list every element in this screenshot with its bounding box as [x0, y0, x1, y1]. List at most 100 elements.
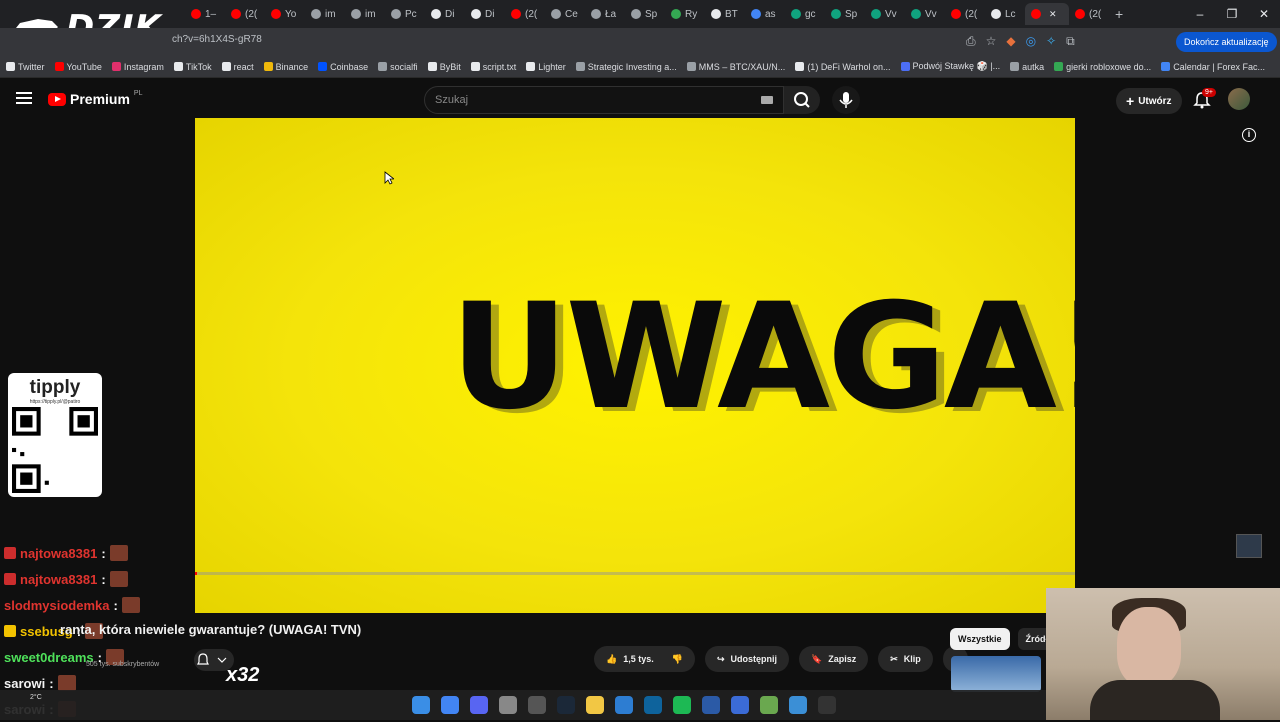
tab[interactable]: Ce	[545, 3, 585, 25]
vscode-icon[interactable]	[644, 696, 662, 714]
bookmark-item[interactable]: YouTube	[54, 62, 102, 72]
folder-icon[interactable]	[586, 696, 604, 714]
minecraft-icon[interactable]	[760, 696, 778, 714]
bookmark-item[interactable]: script.txt	[470, 62, 516, 72]
info-icon[interactable]: i	[1242, 128, 1256, 142]
tab[interactable]: Vv	[905, 3, 945, 25]
tab[interactable]: im	[305, 3, 345, 25]
tab-favicon-icon	[511, 9, 521, 19]
tab[interactable]: Di	[425, 3, 465, 25]
tab[interactable]: gc	[785, 3, 825, 25]
bookmark-favicon-icon	[318, 62, 328, 71]
tab[interactable]: Sp	[625, 3, 665, 25]
bookmark-item[interactable]: Lighter	[526, 62, 566, 72]
close-tab-icon[interactable]: ✕	[1049, 9, 1057, 20]
extension-icon[interactable]: ◎	[1026, 34, 1036, 49]
dislike-icon[interactable]: 👎	[672, 654, 683, 665]
terminal-icon[interactable]	[818, 696, 836, 714]
bookmark-item[interactable]: (1) DeFi Warhol on...	[795, 62, 891, 72]
extension-icon[interactable]: ✧	[1046, 34, 1056, 49]
close-window-icon[interactable]: ✕	[1248, 7, 1280, 21]
tab-favicon-icon	[871, 9, 881, 19]
steam-icon[interactable]	[557, 696, 575, 714]
tab[interactable]: Pc	[385, 3, 425, 25]
tab[interactable]: Lc	[985, 3, 1025, 25]
bookmark-item[interactable]: Calendar | Forex Fac...	[1161, 62, 1265, 72]
bookmark-item[interactable]: Coinbase	[318, 62, 368, 72]
save-button[interactable]: 🔖 Zapisz	[799, 646, 869, 672]
share-button[interactable]: ↪ Udostępnij	[704, 646, 790, 672]
bookmark-item[interactable]: gierki robloxowe do...	[1054, 62, 1151, 72]
extensions-puzzle-icon[interactable]: ⧉	[1066, 34, 1075, 49]
tab-favicon-icon	[631, 9, 641, 19]
bookmark-star-icon[interactable]: ☆	[986, 34, 997, 49]
app-icon[interactable]	[499, 696, 517, 714]
tab[interactable]: Sp	[825, 3, 865, 25]
tab[interactable]: as	[745, 3, 785, 25]
bookmark-item[interactable]: Strategic Investing a...	[575, 62, 677, 72]
search-button[interactable]	[784, 86, 820, 114]
capcut-icon[interactable]	[731, 696, 749, 714]
ccleaner-icon[interactable]	[615, 696, 633, 714]
tab[interactable]: (2(	[1069, 3, 1109, 25]
bookmark-favicon-icon	[1010, 62, 1020, 71]
video-progress-bar[interactable]	[195, 572, 1075, 575]
maximize-icon[interactable]: ❐	[1216, 7, 1248, 21]
url-field[interactable]: ch?v=6h1X4S-gR78	[172, 34, 262, 45]
thumbs-up-icon: 👍	[606, 653, 618, 664]
chip-all[interactable]: Wszystkie	[950, 628, 1010, 650]
install-icon[interactable]: ⎙	[966, 34, 976, 49]
app-icon[interactable]	[702, 696, 720, 714]
youtube-logo[interactable]: Premium PL	[48, 90, 142, 107]
bookmark-item[interactable]: ByBit	[427, 62, 461, 72]
bookmark-item[interactable]: Binance	[263, 62, 308, 72]
bookmark-label: react	[233, 61, 254, 72]
bookmark-item[interactable]: Instagram	[111, 62, 164, 72]
bookmark-item[interactable]: autka	[1010, 62, 1044, 72]
tab-label: Ry	[685, 8, 698, 20]
tab[interactable]: Ry	[665, 3, 705, 25]
tab[interactable]: (2(	[945, 3, 985, 25]
new-tab-button[interactable]: +	[1109, 3, 1133, 25]
tab-active[interactable]: ✕	[1025, 3, 1069, 25]
tab[interactable]: Ła	[585, 3, 625, 25]
tab[interactable]: Yo	[265, 3, 305, 25]
obs-icon[interactable]	[528, 696, 546, 714]
chrome-icon[interactable]	[441, 696, 459, 714]
like-button[interactable]: 👍 1,5 tys. 👎	[594, 646, 695, 672]
video-player[interactable]: UWAGA! UWAGA!	[195, 118, 1075, 613]
create-button[interactable]: + Utwórz	[1116, 88, 1182, 114]
windows-start-icon[interactable]	[412, 696, 430, 714]
tab[interactable]: Di	[465, 3, 505, 25]
keyboard-icon[interactable]	[761, 96, 773, 104]
notepad-icon[interactable]	[789, 696, 807, 714]
tab[interactable]: im	[345, 3, 385, 25]
bookmark-item[interactable]: react	[221, 61, 254, 72]
bookmark-item[interactable]: Twitter	[6, 62, 45, 72]
extension-icon[interactable]: ◆	[1006, 34, 1015, 49]
search-input[interactable]	[425, 87, 745, 113]
tab[interactable]: BT	[705, 3, 745, 25]
tab[interactable]: (2(	[505, 3, 545, 25]
minimize-icon[interactable]: –	[1184, 7, 1216, 21]
update-button[interactable]: Dokończ aktualizację	[1176, 32, 1277, 52]
recommended-video-thumbnail[interactable]	[951, 656, 1041, 692]
bookmark-item[interactable]: TikTok	[173, 62, 212, 72]
voice-search-button[interactable]	[832, 86, 860, 114]
clip-button[interactable]: ✂ Klip	[878, 646, 933, 672]
discord-icon[interactable]	[470, 696, 488, 714]
tab-favicon-icon	[591, 9, 601, 19]
bookmark-item[interactable]: Podwój Stawkę 🎲 |...	[900, 61, 1000, 72]
avatar[interactable]	[1228, 88, 1250, 110]
bookmark-item[interactable]: MMS – BTC/XAU/N...	[686, 62, 785, 72]
menu-icon[interactable]	[16, 92, 32, 104]
microphone-icon	[839, 92, 853, 108]
tab[interactable]: 1–	[185, 3, 225, 25]
tab[interactable]: (2(	[225, 3, 265, 25]
tab-label: 1–	[205, 8, 217, 20]
bookmark-item[interactable]: socialfi	[378, 62, 418, 72]
bookmark-favicon-icon	[795, 62, 805, 71]
spotify-icon[interactable]	[673, 696, 691, 714]
tab[interactable]: Vv	[865, 3, 905, 25]
weather-widget[interactable]: 2°C	[30, 694, 42, 701]
